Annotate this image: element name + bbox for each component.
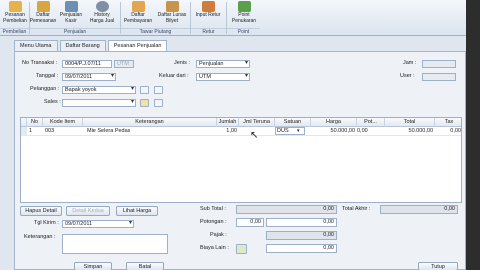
- keterangan-textarea[interactable]: [62, 234, 168, 254]
- group-pembelian: Pembelian: [0, 28, 29, 35]
- row-selector[interactable]: [21, 127, 27, 136]
- penjualan-kasir-button[interactable]: Penjualan Kasir: [58, 1, 84, 28]
- cell-kode: 003: [45, 128, 55, 134]
- sales-add-button[interactable]: [154, 99, 163, 107]
- history-icon: [95, 1, 109, 12]
- no-transaksi-field[interactable]: 0004/P.J.07/11: [62, 60, 112, 68]
- list-icon: [36, 1, 50, 12]
- group-point: Point: [227, 28, 260, 35]
- cell-satuan[interactable]: DUS: [275, 127, 305, 135]
- pelanggan-label: Pelanggan :: [30, 86, 60, 92]
- total-akhir-field: 0,00: [380, 205, 458, 214]
- col-keterangan[interactable]: Keterangan: [83, 118, 217, 127]
- cell-tax: 0,00: [450, 128, 461, 134]
- cell-pot: 0,00: [357, 128, 368, 134]
- table-row[interactable]: 1 003 Mie Selera Pedas 1,00 DUS ▾ 50.000…: [21, 127, 461, 136]
- cell-no: 1: [29, 128, 33, 134]
- payment-icon: [131, 1, 145, 12]
- window-edge: [466, 0, 480, 270]
- tutup-button[interactable]: Tutup: [418, 262, 458, 270]
- potongan-field[interactable]: 0,00: [266, 218, 337, 227]
- no-transaksi-label: No Transaksi :: [22, 60, 58, 66]
- gift-icon: [237, 1, 251, 12]
- tab-menu-utama[interactable]: Menu Utama: [14, 40, 58, 51]
- tanggal-field[interactable]: 09/07/2011: [62, 73, 116, 81]
- col-jml-teruna[interactable]: Jml Teruna: [239, 118, 275, 127]
- hapus-detail-button[interactable]: Hapus Detail: [20, 206, 62, 216]
- potongan-label: Potongan :: [200, 219, 227, 225]
- keterangan-label: Keterangan :: [24, 234, 56, 240]
- receipt-icon: [165, 1, 179, 12]
- col-jumlah[interactable]: Jumlah: [217, 118, 239, 127]
- col-tax[interactable]: Tax: [435, 118, 463, 127]
- cashier-icon: [64, 1, 78, 12]
- jenis-label: Jenis :: [174, 60, 190, 66]
- jenis-field[interactable]: Penjualan: [196, 60, 250, 68]
- history-harga-jual-button[interactable]: History Harga Jual: [87, 1, 117, 28]
- pelanggan-add-button[interactable]: [154, 86, 163, 94]
- cell-total: 50.000,00: [408, 128, 433, 134]
- input-retur-button[interactable]: Input Retur: [194, 1, 222, 28]
- ribbon-toolbar: Pesanan Pembelian Daftar Pemesanan Penju…: [0, 0, 466, 36]
- point-penukaran-button[interactable]: Point Penukaran: [230, 1, 258, 28]
- pesanan-pembelian-button[interactable]: Pesanan Pembelian: [2, 1, 28, 28]
- subtotal-field: 0,00: [236, 205, 337, 214]
- lihat-harga-button[interactable]: Lihat Harga: [116, 206, 158, 216]
- potongan-percent-field[interactable]: 0,00: [236, 218, 264, 227]
- simpan-button[interactable]: Simpan: [74, 262, 112, 270]
- col-total[interactable]: Total: [385, 118, 435, 127]
- col-kode-item[interactable]: Kode Item: [43, 118, 83, 127]
- col-harga[interactable]: Harga: [311, 118, 357, 127]
- tanggal-label: Tanggal :: [36, 73, 59, 79]
- daftar-pembayaran-button[interactable]: Daftar Pembayaran: [122, 1, 154, 28]
- user-label: User :: [400, 73, 415, 79]
- daftar-pemesanan-button[interactable]: Daftar Pemesanan: [30, 1, 56, 28]
- subtotal-label: Sub Total :: [200, 206, 226, 212]
- daftar-lunas-bilyet-button[interactable]: Daftar Lunas Bilyet: [156, 1, 188, 28]
- group-tawar-piutang: Tawar Piutang: [121, 28, 190, 35]
- group-retur: Retur: [191, 28, 226, 35]
- total-akhir-label: Total Akhir :: [342, 206, 371, 212]
- pajak-field: 0,00: [266, 231, 337, 240]
- sales-lookup-button[interactable]: [140, 99, 149, 107]
- keluar-dari-field[interactable]: UTM: [196, 73, 250, 81]
- tgl-kirim-label: Tgl Kirim :: [34, 220, 59, 226]
- batal-button[interactable]: Batal: [126, 262, 164, 270]
- order-icon: [8, 1, 22, 12]
- cell-jumlah: 1,00: [226, 128, 237, 134]
- utm-tag: UTM: [114, 60, 134, 68]
- tab-daftar-barang[interactable]: Daftar Barang: [59, 40, 106, 51]
- tgl-kirim-field[interactable]: 09/07/2011: [62, 220, 134, 228]
- items-grid: No Kode Item Keterangan Jumlah Jml Terun…: [20, 117, 462, 203]
- grid-header: No Kode Item Keterangan Jumlah Jml Terun…: [21, 118, 461, 127]
- keluar-dari-label: Keluar dari :: [159, 73, 189, 79]
- col-no[interactable]: No: [27, 118, 43, 127]
- mouse-cursor-icon: ↖: [250, 130, 259, 141]
- satuan-dropdown-icon[interactable]: ▾: [297, 127, 300, 136]
- detail-kedua-button[interactable]: Detail Kedua: [66, 206, 110, 216]
- cell-harga: 50.000,00: [330, 128, 355, 134]
- cell-keterangan: Mie Selera Pedas: [87, 128, 131, 134]
- sales-field[interactable]: [62, 99, 136, 107]
- jam-field: [422, 60, 456, 68]
- biaya-lain-field[interactable]: 0,00: [266, 244, 337, 253]
- col-pot[interactable]: Pot...: [357, 118, 385, 127]
- biaya-lain-calc-icon[interactable]: [236, 244, 247, 254]
- sales-label: Sales :: [44, 99, 61, 105]
- biaya-lain-label: Biaya Lain :: [200, 245, 229, 251]
- group-penjualan: Penjualan: [30, 28, 120, 35]
- pelanggan-lookup-button[interactable]: [140, 86, 149, 94]
- pelanggan-field[interactable]: Bapak yoyok: [62, 86, 136, 94]
- col-satuan[interactable]: Satuan: [275, 118, 311, 127]
- user-field: [422, 73, 456, 81]
- jam-label: Jam :: [403, 60, 417, 66]
- pajak-label: Pajak :: [210, 232, 227, 238]
- return-icon: [201, 1, 215, 12]
